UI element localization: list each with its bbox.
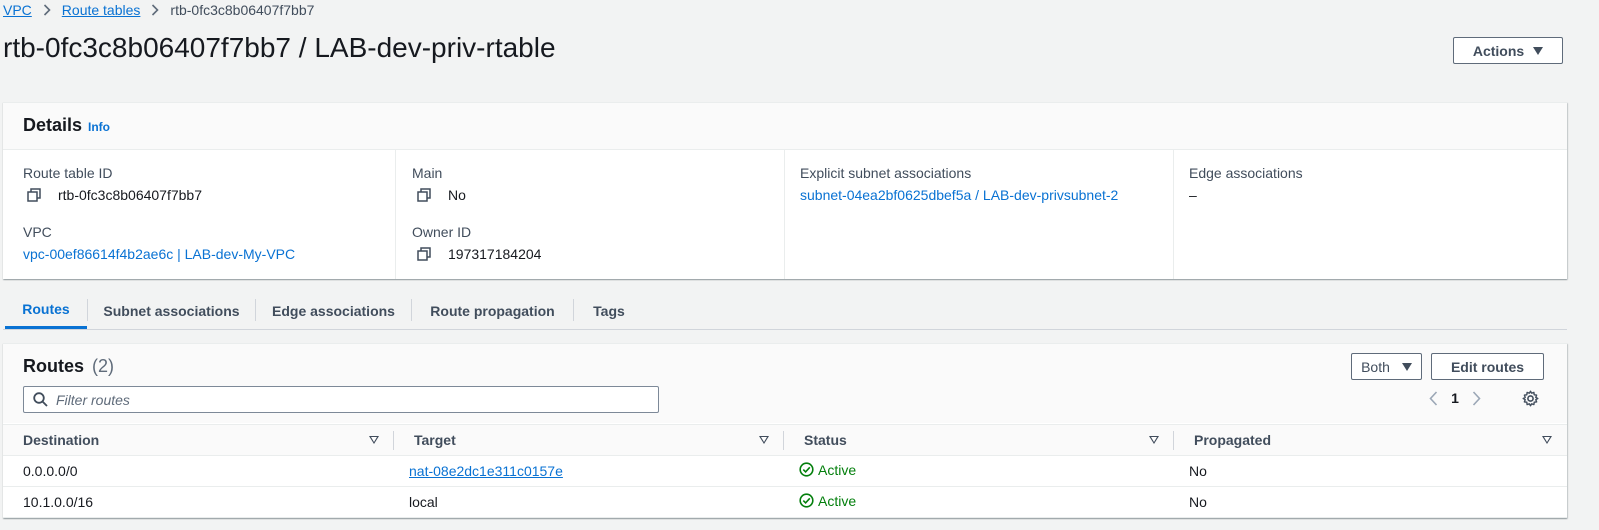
breadcrumb-route-tables-link[interactable]: Route tables [62, 2, 141, 18]
chevron-right-icon [43, 4, 51, 16]
route-table-id-label: Route table ID [23, 165, 113, 181]
status-success-icon [799, 462, 814, 477]
target-cell: nat-08e2dc1e311c0157e [394, 455, 784, 487]
details-column-3: Explicit subnet associations subnet-04ea… [784, 150, 1173, 279]
target-cell: local [394, 486, 784, 518]
routes-header: Routes (2) Both Edit routes 1 [3, 344, 1567, 423]
actions-button-label: Actions [1472, 42, 1525, 59]
table-header-row: Destination Target Status Propagated [3, 424, 1567, 456]
search-icon [33, 392, 48, 407]
details-panel: Details Info Route table ID rtb-0fc3c8b0… [3, 102, 1567, 279]
column-header-label: Propagated [1194, 432, 1272, 448]
status-badge: Active [799, 462, 856, 478]
column-header-label: Destination [23, 432, 100, 448]
details-column-4: Edge associations – [1173, 150, 1567, 279]
route-table-id-text: rtb-0fc3c8b06407f7bb7 [58, 187, 202, 203]
column-header-propagated[interactable]: Propagated [1174, 424, 1567, 456]
breadcrumb: VPC Route tables rtb-0fc3c8b06407f7bb7 [3, 2, 314, 18]
copy-icon[interactable] [417, 247, 431, 261]
column-header-destination[interactable]: Destination [3, 424, 394, 456]
sort-icon[interactable] [1542, 436, 1552, 444]
target-link[interactable]: nat-08e2dc1e311c0157e [409, 463, 563, 479]
status-badge: Active [799, 493, 856, 509]
status-text: Active [818, 461, 857, 478]
pagination: 1 [1429, 390, 1481, 406]
caret-down-icon [1401, 362, 1412, 371]
breadcrumb-current: rtb-0fc3c8b06407f7bb7 [170, 2, 315, 18]
edge-associations-label: Edge associations [1189, 165, 1303, 181]
status-cell: Active [784, 486, 1174, 518]
routes-count: (2) [92, 356, 115, 376]
destination-cell: 10.1.0.0/16 [3, 486, 394, 518]
tab-route-propagation[interactable]: Route propagation [412, 292, 573, 329]
details-header: Details Info [3, 103, 1567, 150]
copy-icon[interactable] [417, 188, 431, 202]
filter-routes-input[interactable] [56, 391, 636, 408]
vpc-link[interactable]: vpc-00ef86614f4b2ae6c | LAB-dev-My-VPC [23, 246, 295, 262]
sort-icon[interactable] [1149, 436, 1159, 444]
vpc-label: VPC [23, 224, 52, 240]
edge-associations-value: – [1189, 187, 1197, 203]
table-row: 10.1.0.0/16 local Active No [3, 486, 1567, 518]
owner-id-text: 197317184204 [448, 246, 542, 262]
tab-edge-associations[interactable]: Edge associations [256, 292, 411, 329]
column-header-label: Status [804, 432, 847, 448]
edit-routes-button[interactable]: Edit routes [1431, 353, 1544, 380]
tab-subnet-associations[interactable]: Subnet associations [88, 292, 255, 329]
owner-id-value: 197317184204 [417, 246, 541, 262]
routes-table: Destination Target Status Propagated 0.0… [3, 424, 1567, 518]
caret-down-icon [1533, 46, 1544, 55]
main-value: No [417, 187, 466, 203]
gear-icon[interactable] [1522, 390, 1539, 407]
tab-tags[interactable]: Tags [574, 292, 644, 329]
routes-title-text: Routes [23, 356, 85, 376]
actions-button[interactable]: Actions [1453, 37, 1563, 64]
breadcrumb-vpc-link[interactable]: VPC [3, 2, 32, 18]
filter-routes-field [23, 386, 659, 413]
column-header-target[interactable]: Target [394, 424, 784, 456]
details-title: Details [23, 115, 83, 135]
sort-icon[interactable] [369, 436, 379, 444]
routes-title: Routes (2) [23, 356, 114, 377]
copy-icon[interactable] [27, 188, 41, 202]
main-text: No [448, 187, 466, 203]
route-table-id-value: rtb-0fc3c8b06407f7bb7 [27, 187, 202, 203]
status-text: Active [818, 492, 857, 509]
status-cell: Active [784, 455, 1174, 487]
page-title: rtb-0fc3c8b06407f7bb7 / LAB-dev-priv-rta… [3, 32, 556, 63]
route-filter-select-value: Both [1361, 358, 1390, 375]
route-filter-select[interactable]: Both [1351, 353, 1422, 380]
column-header-status[interactable]: Status [784, 424, 1174, 456]
chevron-left-icon[interactable] [1429, 390, 1438, 406]
propagated-cell: No [1174, 455, 1567, 487]
routes-panel: Routes (2) Both Edit routes 1 [3, 343, 1567, 518]
current-page[interactable]: 1 [1450, 390, 1460, 406]
tab-bar: Routes Subnet associations Edge associat… [3, 292, 1567, 330]
destination-cell: 0.0.0.0/0 [3, 455, 394, 487]
explicit-subnet-link[interactable]: subnet-04ea2bf0625dbef5a / LAB-dev-privs… [800, 187, 1118, 203]
chevron-right-icon [151, 4, 160, 16]
main-label: Main [412, 165, 443, 181]
table-row: 0.0.0.0/0 nat-08e2dc1e311c0157e Active N… [3, 455, 1567, 487]
info-link[interactable]: Info [88, 120, 110, 134]
status-success-icon [799, 493, 814, 508]
sort-icon[interactable] [759, 436, 769, 444]
details-column-1: Route table ID rtb-0fc3c8b06407f7bb7 VPC… [3, 150, 395, 279]
propagated-cell: No [1174, 486, 1567, 518]
tab-routes[interactable]: Routes [5, 292, 87, 329]
column-header-label: Target [414, 432, 456, 448]
details-column-2: Main No Owner ID 197317184204 [395, 150, 784, 279]
explicit-subnet-label: Explicit subnet associations [800, 165, 972, 181]
owner-id-label: Owner ID [412, 224, 472, 240]
chevron-right-icon[interactable] [1472, 390, 1481, 406]
